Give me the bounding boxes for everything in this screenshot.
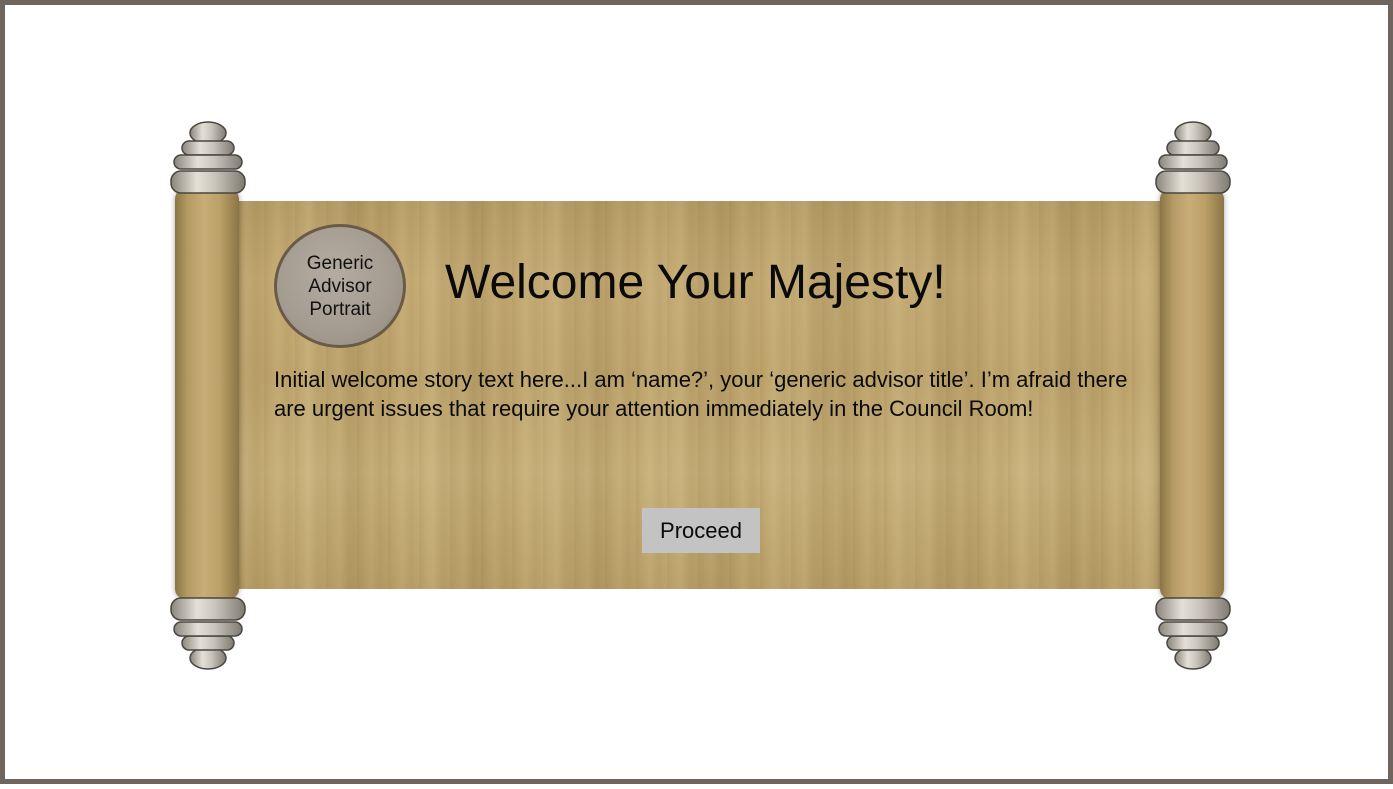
proceed-button[interactable]: Proceed <box>642 508 760 553</box>
left-scroll-roller <box>175 189 239 599</box>
advisor-portrait: Generic Advisor Portrait <box>274 224 406 348</box>
parchment-scroll: Generic Advisor Portrait Welcome Your Ma… <box>5 5 1393 789</box>
scroll-cap-icon <box>168 121 248 199</box>
scroll-cap-icon <box>1153 592 1233 670</box>
welcome-title: Welcome Your Majesty! <box>445 256 946 309</box>
right-scroll-roller <box>1160 189 1224 599</box>
scroll-cap-icon <box>1153 121 1233 199</box>
advisor-portrait-label: Generic Advisor Portrait <box>306 252 374 320</box>
game-window-frame: Generic Advisor Portrait Welcome Your Ma… <box>0 0 1393 784</box>
welcome-story-text: Initial welcome story text here...I am ‘… <box>274 367 1128 421</box>
scroll-cap-icon <box>168 592 248 670</box>
